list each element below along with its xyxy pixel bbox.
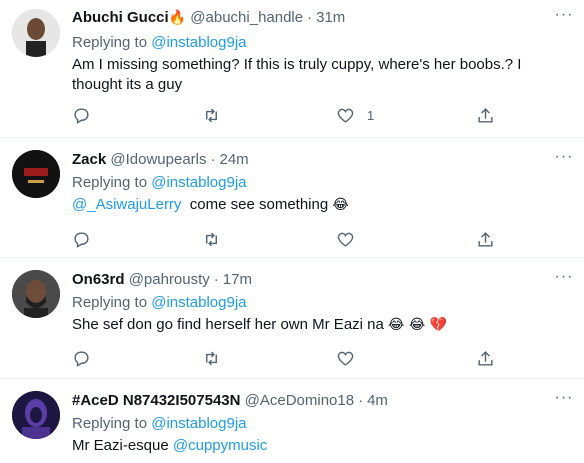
display-name[interactable]: Abuchi Gucci xyxy=(72,9,169,26)
more-icon[interactable]: ··· xyxy=(554,7,574,28)
like-icon xyxy=(337,351,354,366)
replying-to: Replying to @instablog9ja xyxy=(72,414,247,434)
user-handle[interactable]: @pahrousty xyxy=(129,271,210,288)
retweet-button[interactable] xyxy=(202,229,221,249)
tweet-header: Abuchi Gucci🔥 @abuchi_handle · 31m xyxy=(72,8,345,28)
share-button[interactable] xyxy=(476,229,495,249)
replying-to-handle[interactable]: @instablog9ja xyxy=(151,174,246,191)
tweet-1[interactable]: Abuchi Gucci🔥 @abuchi_handle · 31m ··· Rep… xyxy=(0,0,584,134)
reply-button[interactable] xyxy=(72,229,91,249)
like-button[interactable]: 1 xyxy=(336,105,374,125)
reply-icon xyxy=(74,107,89,124)
timestamp[interactable]: 4m xyxy=(367,392,388,409)
separator-dot: · xyxy=(213,271,219,288)
replying-to: Replying to @instablog9ja xyxy=(72,293,247,313)
share-button[interactable] xyxy=(476,348,495,368)
tweet-text: Am I missing something? If this is truly… xyxy=(72,56,522,93)
replying-to-label: Replying to xyxy=(72,34,148,51)
replying-to: Replying to @instablog9ja xyxy=(72,33,247,53)
retweet-icon xyxy=(206,232,217,246)
action-bar: 1 xyxy=(72,105,512,125)
more-icon[interactable]: ··· xyxy=(554,149,574,170)
tweet-header: Zack @Idowupearls · 24m xyxy=(72,150,249,170)
avatar[interactable] xyxy=(12,9,60,57)
reply-icon xyxy=(74,350,89,367)
replying-to: Replying to @instablog9ja xyxy=(72,173,247,193)
retweet-icon xyxy=(206,351,217,365)
text-body: come see something xyxy=(189,196,329,213)
replying-to-handle[interactable]: @instablog9ja xyxy=(151,34,246,51)
like-count: 1 xyxy=(367,107,375,123)
retweet-button[interactable] xyxy=(202,105,221,125)
avatar[interactable] xyxy=(12,270,60,318)
display-name[interactable]: #AceD N87432I507543N xyxy=(72,392,240,409)
tweet-text: She sef don go find herself her own Mr E… xyxy=(72,315,572,335)
display-name[interactable]: On63rd xyxy=(72,271,125,288)
tweet-2[interactable]: Zack @Idowupearls · 24m ··· Replying to @i… xyxy=(0,138,584,256)
timestamp[interactable]: 17m xyxy=(223,271,252,288)
text-mention[interactable]: @_AsiwajuLerry xyxy=(72,196,181,213)
more-icon[interactable]: ··· xyxy=(554,269,574,290)
share-icon xyxy=(478,231,493,247)
text-body: She sef don go find herself her own Mr E… xyxy=(72,316,384,333)
more-icon[interactable]: ··· xyxy=(554,390,574,411)
user-handle[interactable]: @Idowupearls xyxy=(110,151,206,168)
like-button[interactable] xyxy=(336,348,355,368)
like-button[interactable] xyxy=(336,229,355,249)
share-icon xyxy=(478,350,493,366)
replying-to-label: Replying to xyxy=(72,294,148,311)
retweet-icon xyxy=(206,108,217,122)
text-mention[interactable]: @cuppymusic xyxy=(173,437,267,454)
reply-button[interactable] xyxy=(72,348,91,368)
like-icon xyxy=(337,108,354,123)
tweet-text: @_AsiwajuLerry come see something 😂 xyxy=(72,195,572,215)
display-name[interactable]: Zack xyxy=(72,151,106,168)
name-emoji: 🔥 xyxy=(168,10,187,26)
retweet-button[interactable] xyxy=(202,348,221,368)
reply-button[interactable] xyxy=(72,105,91,125)
reply-icon xyxy=(74,231,89,248)
tweet-3[interactable]: On63rd @pahrousty · 17m ··· Replying to @i… xyxy=(0,258,584,376)
replying-to-handle[interactable]: @instablog9ja xyxy=(151,415,246,432)
avatar[interactable] xyxy=(12,391,60,439)
like-icon xyxy=(337,232,354,247)
separator-dot: · xyxy=(210,151,216,168)
separator-dot: · xyxy=(358,392,364,409)
text-emoji: 😂 😂 💔 xyxy=(388,317,448,333)
tweet-4[interactable]: #AceD N87432I507543N @AceDomino18 · 4m ···… xyxy=(0,379,584,463)
text-emoji: 😂 xyxy=(332,197,349,213)
replying-to-label: Replying to xyxy=(72,415,148,432)
action-bar xyxy=(72,229,512,249)
user-handle[interactable]: @AceDomino18 xyxy=(245,392,354,409)
action-bar xyxy=(72,348,512,368)
timestamp[interactable]: 31m xyxy=(316,9,345,26)
replying-to-handle[interactable]: @instablog9ja xyxy=(151,294,246,311)
tweet-header: On63rd @pahrousty · 17m xyxy=(72,270,252,290)
avatar[interactable] xyxy=(12,150,60,198)
share-button[interactable] xyxy=(476,105,495,125)
tweet-header: #AceD N87432I507543N @AceDomino18 · 4m xyxy=(72,391,388,411)
timestamp[interactable]: 24m xyxy=(219,151,248,168)
user-handle[interactable]: @abuchi_handle xyxy=(190,9,303,26)
separator-dot: · xyxy=(307,9,313,26)
text-body: Mr Eazi-esque xyxy=(72,437,169,454)
tweet-text: Mr Eazi-esque @cuppymusic xyxy=(72,436,572,456)
replying-to-label: Replying to xyxy=(72,174,148,191)
share-icon xyxy=(478,107,493,123)
